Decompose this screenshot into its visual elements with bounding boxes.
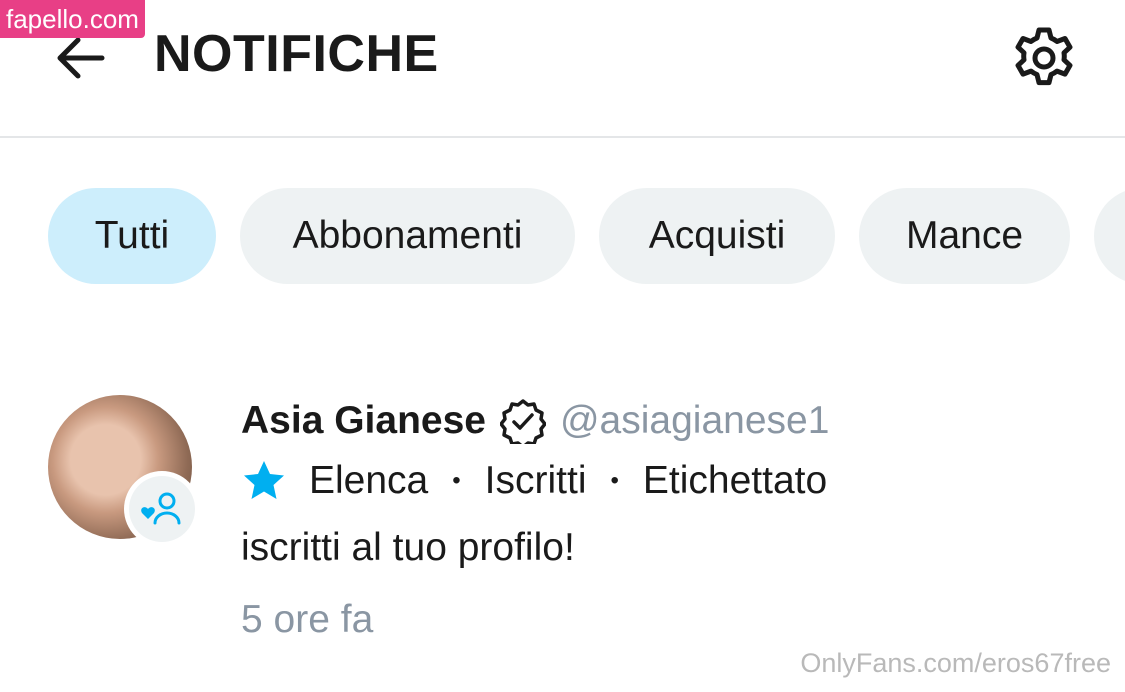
user-name[interactable]: Asia Gianese bbox=[241, 399, 486, 443]
tag-etichettato[interactable]: Etichettato bbox=[643, 459, 827, 503]
tag-separator: • bbox=[610, 467, 619, 494]
avatar-badge bbox=[124, 471, 200, 547]
user-handle[interactable]: @asiagianese1 bbox=[560, 399, 829, 443]
tag-separator: • bbox=[452, 467, 461, 494]
settings-button[interactable] bbox=[1010, 24, 1078, 92]
tag-elenca[interactable]: Elenca bbox=[309, 459, 428, 503]
tab-acquisti[interactable]: Acquisti bbox=[599, 188, 835, 284]
tag-iscritti[interactable]: Iscritti bbox=[485, 459, 587, 503]
gear-icon bbox=[1015, 27, 1073, 86]
notification-time: 5 ore fa bbox=[241, 598, 374, 641]
app-header: NOTIFICHE bbox=[0, 0, 1125, 138]
watermark-onlyfans: OnlyFans.com/eros67free bbox=[800, 648, 1111, 678]
verified-badge-icon bbox=[499, 399, 546, 444]
back-button[interactable] bbox=[52, 30, 108, 86]
watermark-fapello: fapello.com bbox=[0, 0, 145, 38]
notification-avatar[interactable] bbox=[48, 395, 200, 547]
arrow-left-icon bbox=[57, 37, 105, 79]
tab-tutti[interactable]: Tutti bbox=[48, 188, 216, 284]
star-icon bbox=[244, 461, 284, 499]
subscriber-heart-icon bbox=[141, 492, 181, 525]
page-title: NOTIFICHE bbox=[154, 25, 439, 83]
tab-more-partial[interactable] bbox=[1094, 188, 1125, 284]
tab-abbonamenti[interactable]: Abbonamenti bbox=[240, 188, 575, 284]
tab-mance[interactable]: Mance bbox=[859, 188, 1070, 284]
notification-tags: Elenca • Iscritti • Etichettato bbox=[241, 456, 827, 506]
notification-message: iscritti al tuo profilo! bbox=[241, 526, 575, 569]
filter-tabs: Tutti Abbonamenti Acquisti Mance bbox=[48, 188, 1125, 284]
notification-header: Asia Gianese @asiagianese1 bbox=[241, 395, 829, 447]
